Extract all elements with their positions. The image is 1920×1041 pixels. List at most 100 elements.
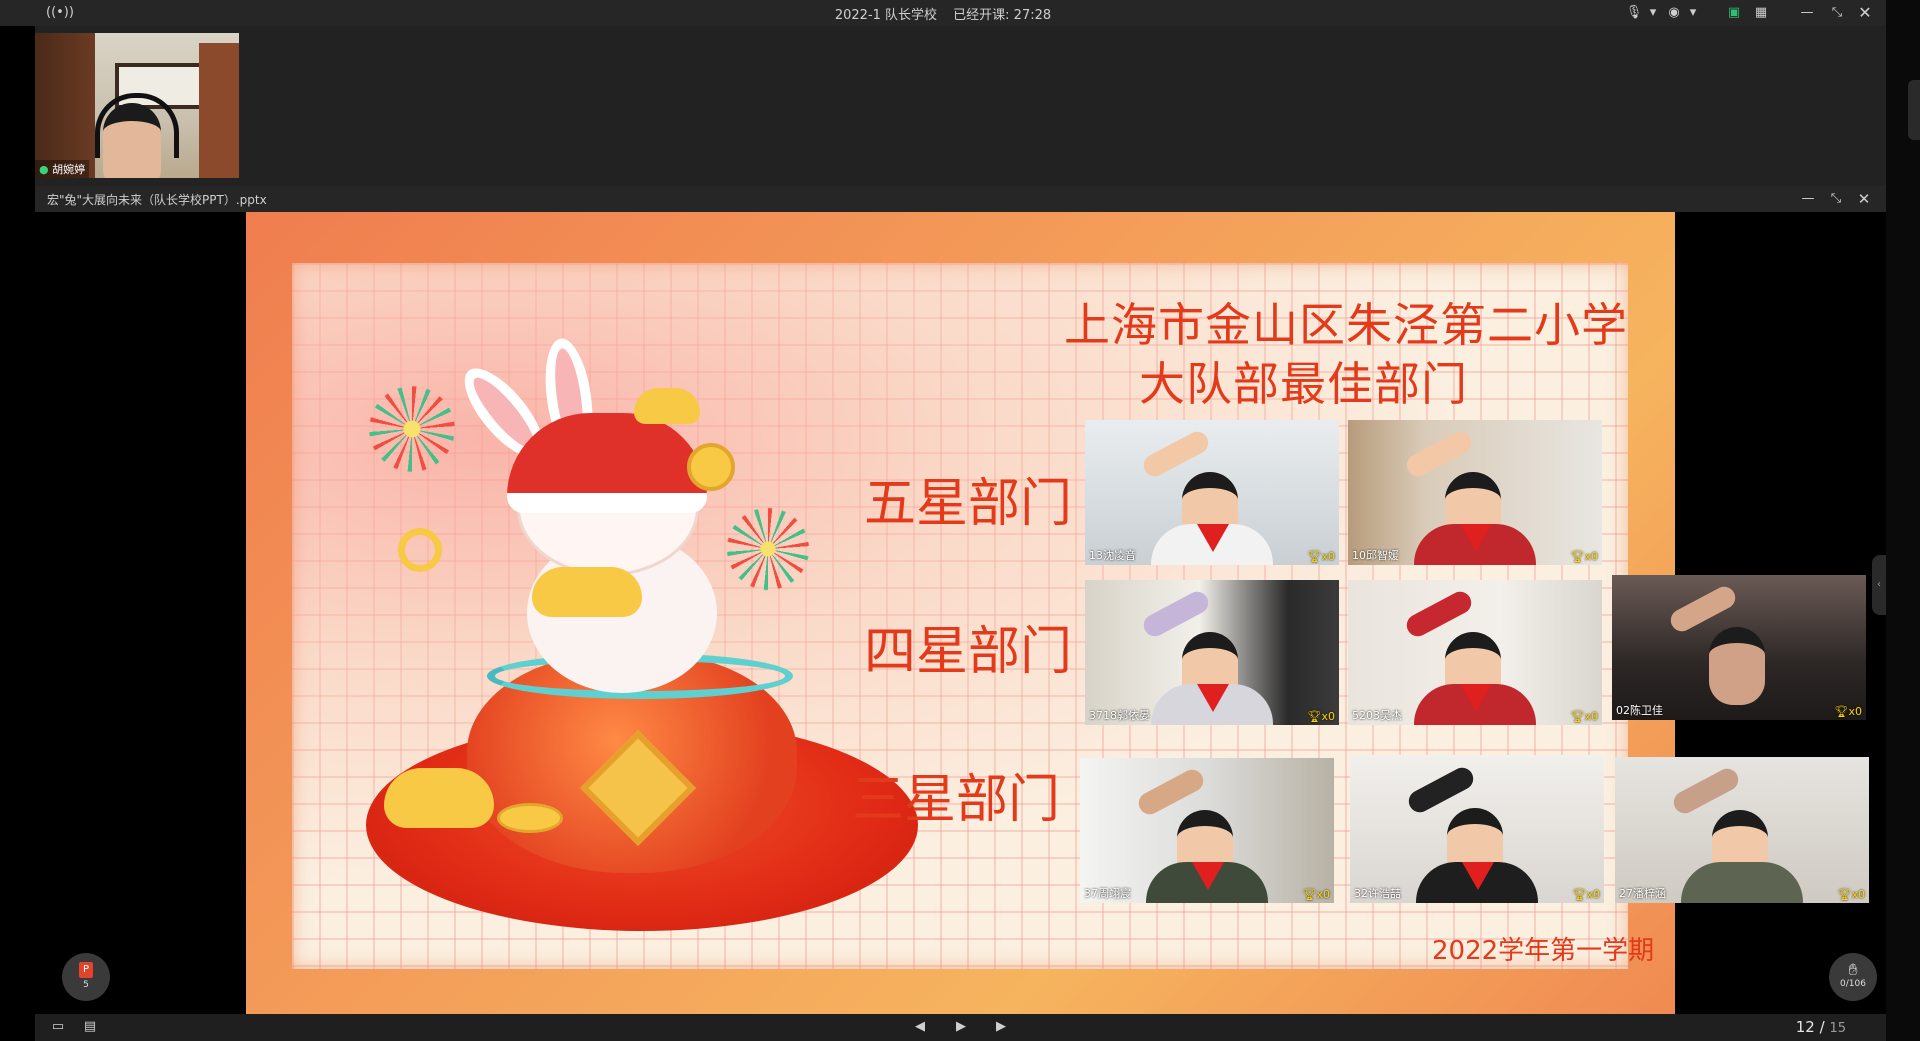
red-scarf: [1461, 861, 1494, 890]
close-icon[interactable]: ✕: [1854, 189, 1874, 209]
video-background: [35, 33, 95, 178]
slide-subtitle: 大队部最佳部门: [1139, 357, 1468, 411]
trophy-value: x0: [1321, 550, 1335, 563]
trophy-icon: 🏆︎: [1307, 550, 1322, 563]
gold-coin-illustration: [687, 443, 735, 491]
participant-video-tile[interactable]: 02陈卫佳 🏆︎x0: [1612, 575, 1866, 720]
minimize-icon[interactable]: —: [1797, 3, 1817, 23]
rank-five-star-label: 五星部门: [864, 474, 1073, 534]
trophy-value: x0: [1584, 710, 1598, 723]
chevron-down-icon[interactable]: ▾: [1643, 3, 1663, 23]
trophy-count: 🏆︎x0: [1838, 888, 1865, 901]
participant-name: 02陈卫佳: [1616, 704, 1663, 717]
participant-video-tile[interactable]: 27潘梓涵 🏆︎x0: [1615, 757, 1869, 903]
current-page: 12: [1795, 1018, 1815, 1036]
rank-four-star-label: 四星部门: [864, 622, 1073, 682]
rank-three-star-label: 三星部门: [852, 770, 1061, 830]
trophy-icon: 🏆︎: [1834, 705, 1849, 718]
close-icon[interactable]: ✕: [1855, 3, 1875, 23]
total-pages: 15: [1829, 1021, 1846, 1036]
participant-name: 10邱智媛: [1352, 549, 1399, 562]
trophy-count: 🏆︎x0: [1308, 550, 1335, 563]
hand-raise-icon: ✋︎: [1848, 960, 1858, 979]
participant-name: 27潘梓涵: [1619, 887, 1666, 900]
trophy-count: 🏆︎x0: [1303, 888, 1330, 901]
share-screen-icon[interactable]: ▣: [1724, 3, 1744, 23]
trophy-icon: 🏆︎: [1302, 888, 1317, 901]
participant-video-tile[interactable]: 10邱智媛 🏆︎x0: [1348, 420, 1602, 565]
restore-icon[interactable]: ⤡: [1826, 189, 1846, 209]
trophy-count: 🏆︎x0: [1571, 710, 1598, 723]
participant-body: [1681, 862, 1803, 903]
ppt-bottom-toolbar: ▭ ▤ ◀ ▶ ▶ 12 / 15: [35, 1014, 1886, 1041]
meeting-title: 2022-1 队长学校: [834, 8, 938, 23]
chevron-down-icon[interactable]: ▾: [1683, 3, 1703, 23]
grid-view-icon[interactable]: ▦: [1751, 3, 1771, 23]
participant-avatar: [1708, 627, 1765, 706]
sidebar-toggle-icon[interactable]: ▭: [47, 1018, 69, 1036]
red-scarf: [1196, 524, 1229, 553]
participant-strip: [35, 26, 1886, 186]
firework-illustration: [722, 503, 814, 595]
meeting-topbar: ((•)) 2022-1 队长学校 已经开课: 27:28 🎙︎ ▾ ◉ ▾ ▣…: [0, 0, 1886, 26]
red-scarf: [1191, 862, 1224, 891]
trophy-count: 🏆︎x0: [1571, 550, 1598, 563]
gold-ingot-illustration: [532, 567, 642, 617]
participant-name: 32许浩喆: [1354, 887, 1401, 900]
trophy-value: x0: [1321, 710, 1335, 723]
ppt-window-titlebar: 宏"兔"大展向未来（队长学校PPT）.pptx — ⤡ ✕: [35, 186, 1886, 212]
participant-name: 37周翊宸: [1084, 887, 1131, 900]
gold-ring-illustration: [398, 528, 442, 572]
right-edge-tab[interactable]: [1908, 80, 1920, 140]
participant-name: 5203吴杰: [1352, 709, 1402, 722]
participant-video-tile[interactable]: 32许浩喆 🏆︎x0: [1350, 755, 1604, 903]
next-slide-icon[interactable]: ▶: [990, 1018, 1012, 1036]
trophy-icon: 🏆︎: [1570, 710, 1585, 723]
host-name-label: ● 胡婉婷: [35, 160, 90, 178]
side-panel-handle[interactable]: ‹: [1872, 555, 1886, 615]
page-separator: /: [1814, 1018, 1830, 1036]
red-scarf: [1459, 524, 1492, 553]
counter-value: 0/106: [1840, 979, 1866, 989]
elapsed-time: 已经开课: 27:28: [953, 8, 1052, 23]
trophy-icon: 🏆︎: [1570, 550, 1585, 563]
play-icon[interactable]: ▶: [950, 1018, 972, 1036]
host-name: 胡婉婷: [52, 163, 86, 176]
trophy-value: x0: [1586, 888, 1600, 901]
participant-name: 13沈凌音: [1089, 549, 1136, 562]
notes-icon[interactable]: ▤: [79, 1018, 101, 1036]
slide-title: 上海市金山区朱泾第二小学: [1064, 298, 1628, 352]
participant-video-tile[interactable]: 3718郭依晏 🏆︎x0: [1085, 580, 1339, 725]
ppt-list-button[interactable]: P 5: [62, 953, 110, 1001]
right-edge-panel: [1886, 0, 1920, 1041]
participant-video-tile[interactable]: 37周翊宸 🏆︎x0: [1080, 758, 1334, 903]
trophy-count: 🏆︎x0: [1835, 705, 1862, 718]
trophy-icon: 🏆︎: [1572, 888, 1587, 901]
ppt-badge-letter: P: [82, 964, 90, 975]
trophy-value: x0: [1584, 550, 1598, 563]
video-background: [199, 43, 239, 178]
trophy-count: 🏆︎x0: [1573, 888, 1600, 901]
participant-video-tile[interactable]: 5203吴杰 🏆︎x0: [1348, 580, 1602, 725]
gold-coin-illustration: [497, 803, 563, 833]
page-counter: 12 / 15: [1796, 1018, 1846, 1036]
participant-name: 3718郭依晏: [1089, 709, 1150, 722]
minimize-icon[interactable]: —: [1798, 189, 1818, 209]
trophy-value: x0: [1848, 705, 1862, 718]
previous-slide-icon[interactable]: ◀: [909, 1018, 931, 1036]
restore-icon[interactable]: ⤡: [1827, 3, 1847, 23]
microphone-icon[interactable]: 🎙︎: [1624, 3, 1644, 23]
camera-icon[interactable]: ◉: [1664, 3, 1684, 23]
semester-label: 2022学年第一学期: [1432, 936, 1655, 966]
host-video-tile[interactable]: ● 胡婉婷: [35, 33, 239, 178]
trophy-value: x0: [1316, 888, 1330, 901]
ppt-file-title: 宏"兔"大展向未来（队长学校PPT）.pptx: [47, 193, 267, 207]
trophy-icon: 🏆︎: [1837, 888, 1852, 901]
counter-button[interactable]: ✋︎ 0/106: [1829, 953, 1877, 1001]
gold-ingot-illustration: [384, 768, 494, 828]
gold-ingot-illustration: [634, 388, 700, 424]
firework-illustration: [364, 381, 460, 477]
mic-icon: ●: [39, 163, 49, 176]
participant-video-tile[interactable]: 13沈凌音 🏆︎x0: [1085, 420, 1339, 565]
trophy-icon: 🏆︎: [1307, 710, 1322, 723]
